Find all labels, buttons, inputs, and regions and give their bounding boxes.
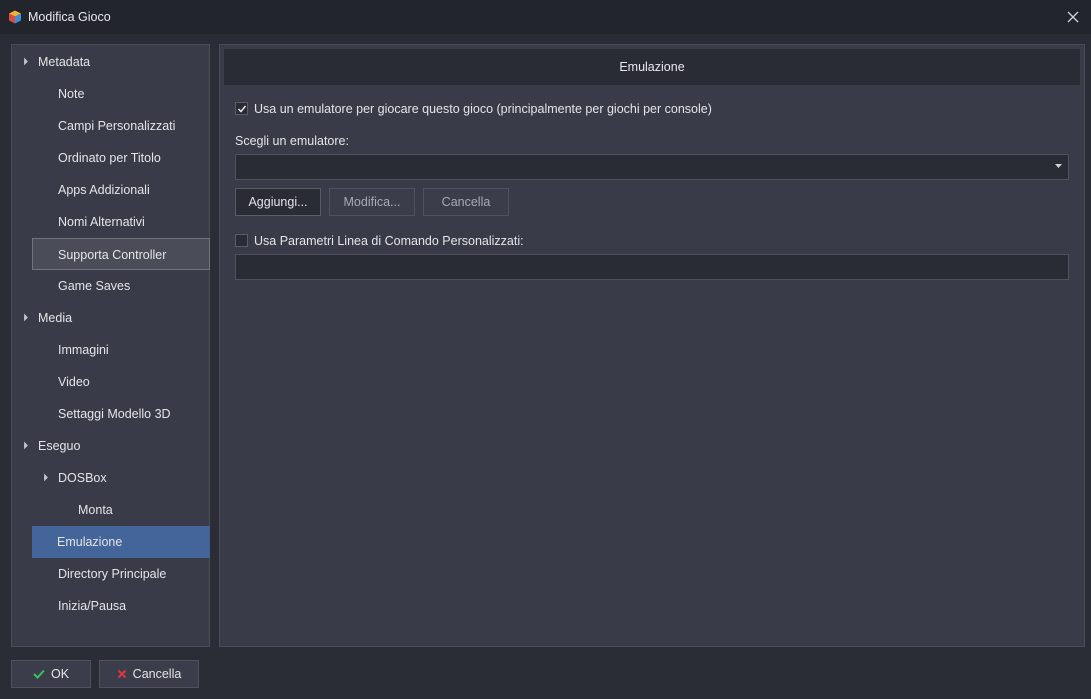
sidebar-item-nomi-alternativi[interactable]: Nomi Alternativi: [12, 206, 209, 238]
sidebar-item-label: Campi Personalizzati: [58, 119, 176, 133]
use-emulator-checkbox[interactable]: [235, 102, 248, 115]
sidebar-item-label: Emulazione: [57, 535, 123, 549]
sidebar-item-label: Inizia/Pausa: [58, 599, 127, 613]
sidebar-item-label: Apps Addizionali: [58, 183, 150, 197]
expand-arrow-icon[interactable]: ◢: [11, 49, 37, 75]
close-button[interactable]: [1055, 0, 1091, 34]
custom-cmd-label: Usa Parametri Linea di Comando Personali…: [254, 234, 524, 248]
title-bar: Modifica Gioco: [0, 0, 1091, 34]
delete-emulator-button[interactable]: Cancella: [423, 188, 509, 216]
cancel-label: Cancella: [132, 667, 182, 681]
sidebar-item-game-saves[interactable]: Game Saves: [12, 270, 209, 302]
expand-arrow-icon[interactable]: ◢: [31, 465, 57, 491]
launchbox-cube-icon: [9, 10, 21, 24]
panel-header: Emulazione: [224, 49, 1080, 85]
edit-emulator-label: Modifica...: [343, 195, 401, 209]
sidebar-item-monta[interactable]: Monta: [12, 494, 209, 526]
use-emulator-label: Usa un emulatore per giocare questo gioc…: [254, 102, 712, 116]
sidebar-item-emulazione[interactable]: Emulazione: [32, 526, 210, 558]
delete-emulator-label: Cancella: [441, 195, 491, 209]
sidebar-item-media[interactable]: ◢ Media: [12, 302, 209, 334]
chevron-down-icon: [1055, 164, 1062, 168]
sidebar-item-dosbox[interactable]: ◢ DOSBox: [12, 462, 209, 494]
edit-emulator-button[interactable]: Modifica...: [329, 188, 415, 216]
sidebar-item-supporta-controller[interactable]: Supporta Controller: [32, 238, 210, 270]
expand-arrow-icon[interactable]: ◢: [11, 433, 37, 459]
panel-title: Emulazione: [619, 60, 685, 74]
add-emulator-label: Aggiungi...: [248, 195, 308, 209]
sidebar-item-label: Ordinato per Titolo: [58, 151, 161, 165]
sidebar-item-label: Supporta Controller: [58, 248, 167, 262]
settings-tree: ◢ Metadata Note Campi Personalizzati Ordinat…: [11, 44, 210, 647]
sidebar-item-label: Directory Principale: [58, 567, 167, 581]
sidebar-item-settaggi-modello-3d[interactable]: Settaggi Modello 3D: [12, 398, 209, 430]
sidebar-item-label: Nomi Alternativi: [58, 215, 145, 229]
choose-emulator-label: Scegli un emulatore:: [235, 134, 349, 148]
sidebar-item-metadata[interactable]: ◢ Metadata: [12, 46, 209, 78]
emulator-select[interactable]: [235, 154, 1069, 180]
cancel-x-icon: [117, 669, 126, 679]
emulation-panel: Emulazione Usa un emulatore per giocare …: [219, 44, 1085, 647]
sidebar-item-apps-addizionali[interactable]: Apps Addizionali: [12, 174, 209, 206]
ok-button[interactable]: OK: [11, 660, 91, 688]
sidebar-item-label: Immagini: [58, 343, 109, 357]
sidebar-item-directory-principale[interactable]: Directory Principale: [12, 558, 209, 590]
cancel-button[interactable]: Cancella: [99, 660, 199, 688]
sidebar-item-label: Metadata: [38, 55, 91, 69]
ok-label: OK: [50, 667, 70, 681]
sidebar-item-inizia-pausa[interactable]: Inizia/Pausa: [12, 590, 209, 622]
sidebar-item-video[interactable]: Video: [12, 366, 209, 398]
sidebar-item-label: Game Saves: [58, 279, 131, 293]
sidebar-item-ordinato-per-titolo[interactable]: Ordinato per Titolo: [12, 142, 209, 174]
sidebar-item-label: Eseguo: [38, 439, 81, 453]
sidebar-item-eseguo[interactable]: ◢ Eseguo: [12, 430, 209, 462]
sidebar-item-label: Monta: [78, 503, 113, 517]
close-icon: [1067, 11, 1079, 23]
sidebar-item-label: DOSBox: [58, 471, 107, 485]
sidebar-item-label: Media: [38, 311, 73, 325]
custom-cmd-input[interactable]: [235, 254, 1069, 280]
expand-arrow-icon[interactable]: ◢: [11, 305, 37, 331]
custom-cmd-checkbox[interactable]: [235, 234, 248, 247]
checkmark-icon: [33, 669, 45, 679]
sidebar-item-immagini[interactable]: Immagini: [12, 334, 209, 366]
checkmark-icon: [237, 105, 246, 113]
sidebar-item-label: Video: [58, 375, 90, 389]
window-title: Modifica Gioco: [28, 10, 111, 24]
sidebar-item-campi-personalizzati[interactable]: Campi Personalizzati: [12, 110, 209, 142]
sidebar-item-note[interactable]: Note: [12, 78, 209, 110]
sidebar-item-label: Note: [58, 87, 85, 101]
add-emulator-button[interactable]: Aggiungi...: [235, 188, 321, 216]
sidebar-item-label: Settaggi Modello 3D: [58, 407, 171, 421]
